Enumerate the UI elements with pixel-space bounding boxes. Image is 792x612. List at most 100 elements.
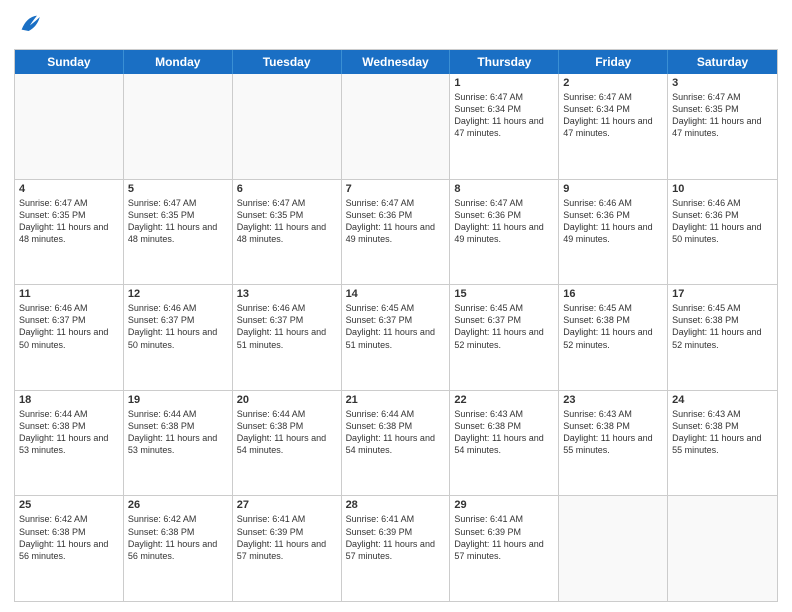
cell-info: Sunrise: 6:42 AM Sunset: 6:38 PM Dayligh… (128, 513, 228, 562)
cell-info: Sunrise: 6:47 AM Sunset: 6:34 PM Dayligh… (563, 91, 663, 140)
header (14, 10, 778, 43)
calendar-body: 1 Sunrise: 6:47 AM Sunset: 6:34 PM Daylig… (15, 74, 777, 601)
cell-info: Sunrise: 6:44 AM Sunset: 6:38 PM Dayligh… (346, 408, 446, 457)
weekday-header: Sunday (15, 50, 124, 74)
calendar-cell: 21 Sunrise: 6:44 AM Sunset: 6:38 PM Dayli… (342, 391, 451, 496)
cell-info: Sunrise: 6:47 AM Sunset: 6:35 PM Dayligh… (672, 91, 773, 140)
day-number: 3 (672, 77, 773, 89)
calendar-cell: 3 Sunrise: 6:47 AM Sunset: 6:35 PM Daylig… (668, 74, 777, 179)
calendar-header: SundayMondayTuesdayWednesdayThursdayFrid… (15, 50, 777, 74)
day-number: 14 (346, 288, 446, 300)
cell-info: Sunrise: 6:46 AM Sunset: 6:37 PM Dayligh… (237, 302, 337, 351)
cell-info: Sunrise: 6:47 AM Sunset: 6:34 PM Dayligh… (454, 91, 554, 140)
calendar-cell: 14 Sunrise: 6:45 AM Sunset: 6:37 PM Dayli… (342, 285, 451, 390)
calendar-cell: 2 Sunrise: 6:47 AM Sunset: 6:34 PM Daylig… (559, 74, 668, 179)
day-number: 10 (672, 183, 773, 195)
cell-info: Sunrise: 6:46 AM Sunset: 6:36 PM Dayligh… (672, 197, 773, 246)
calendar-cell (668, 496, 777, 601)
cell-info: Sunrise: 6:45 AM Sunset: 6:37 PM Dayligh… (454, 302, 554, 351)
calendar-cell (559, 496, 668, 601)
day-number: 5 (128, 183, 228, 195)
day-number: 26 (128, 499, 228, 511)
weekday-header: Tuesday (233, 50, 342, 74)
calendar-cell (233, 74, 342, 179)
weekday-header: Monday (124, 50, 233, 74)
logo (14, 10, 44, 43)
calendar-cell: 16Sunrise: 6:45 AM Sunset: 6:38 PM Dayli… (559, 285, 668, 390)
day-number: 29 (454, 499, 554, 511)
calendar-cell (15, 74, 124, 179)
calendar-cell: 13Sunrise: 6:46 AM Sunset: 6:37 PM Dayli… (233, 285, 342, 390)
calendar-cell: 22 Sunrise: 6:43 AM Sunset: 6:38 PM Dayli… (450, 391, 559, 496)
day-number: 22 (454, 394, 554, 406)
day-number: 19 (128, 394, 228, 406)
cell-info: Sunrise: 6:43 AM Sunset: 6:38 PM Dayligh… (563, 408, 663, 457)
calendar-cell: 15 Sunrise: 6:45 AM Sunset: 6:37 PM Dayli… (450, 285, 559, 390)
cell-info: Sunrise: 6:47 AM Sunset: 6:35 PM Dayligh… (19, 197, 119, 246)
day-number: 12 (128, 288, 228, 300)
cell-info: Sunrise: 6:46 AM Sunset: 6:36 PM Dayligh… (563, 197, 663, 246)
calendar-cell: 1 Sunrise: 6:47 AM Sunset: 6:34 PM Daylig… (450, 74, 559, 179)
cell-info: Sunrise: 6:47 AM Sunset: 6:35 PM Dayligh… (237, 197, 337, 246)
calendar-cell: 9 Sunrise: 6:46 AM Sunset: 6:36 PM Daylig… (559, 180, 668, 285)
calendar-cell: 29 Sunrise: 6:41 AM Sunset: 6:39 PM Dayli… (450, 496, 559, 601)
day-number: 18 (19, 394, 119, 406)
calendar-cell: 12 Sunrise: 6:46 AM Sunset: 6:37 PM Dayli… (124, 285, 233, 390)
cell-info: Sunrise: 6:46 AM Sunset: 6:37 PM Dayligh… (19, 302, 119, 351)
cell-info: Sunrise: 6:47 AM Sunset: 6:36 PM Dayligh… (454, 197, 554, 246)
logo-mark (14, 10, 44, 43)
weekday-header: Thursday (450, 50, 559, 74)
weekday-header: Saturday (668, 50, 777, 74)
calendar-row: 1 Sunrise: 6:47 AM Sunset: 6:34 PM Daylig… (15, 74, 777, 180)
cell-info: Sunrise: 6:43 AM Sunset: 6:38 PM Dayligh… (672, 408, 773, 457)
calendar-cell: 5Sunrise: 6:47 AM Sunset: 6:35 PM Daylig… (124, 180, 233, 285)
cell-info: Sunrise: 6:41 AM Sunset: 6:39 PM Dayligh… (346, 513, 446, 562)
calendar-cell: 18 Sunrise: 6:44 AM Sunset: 6:38 PM Dayli… (15, 391, 124, 496)
day-number: 23 (563, 394, 663, 406)
calendar-row: 11Sunrise: 6:46 AM Sunset: 6:37 PM Dayli… (15, 285, 777, 391)
calendar-cell: 6 Sunrise: 6:47 AM Sunset: 6:35 PM Daylig… (233, 180, 342, 285)
day-number: 9 (563, 183, 663, 195)
cell-info: Sunrise: 6:44 AM Sunset: 6:38 PM Dayligh… (128, 408, 228, 457)
calendar-cell: 26 Sunrise: 6:42 AM Sunset: 6:38 PM Dayli… (124, 496, 233, 601)
calendar-row: 18 Sunrise: 6:44 AM Sunset: 6:38 PM Dayli… (15, 391, 777, 497)
day-number: 7 (346, 183, 446, 195)
calendar-row: 4 Sunrise: 6:47 AM Sunset: 6:35 PM Daylig… (15, 180, 777, 286)
calendar-cell: 27Sunrise: 6:41 AM Sunset: 6:39 PM Dayli… (233, 496, 342, 601)
day-number: 15 (454, 288, 554, 300)
calendar-cell: 23 Sunrise: 6:43 AM Sunset: 6:38 PM Dayli… (559, 391, 668, 496)
day-number: 25 (19, 499, 119, 511)
cell-info: Sunrise: 6:41 AM Sunset: 6:39 PM Dayligh… (454, 513, 554, 562)
cell-info: Sunrise: 6:42 AM Sunset: 6:38 PM Dayligh… (19, 513, 119, 562)
day-number: 1 (454, 77, 554, 89)
page: SundayMondayTuesdayWednesdayThursdayFrid… (0, 0, 792, 612)
calendar-cell: 24 Sunrise: 6:43 AM Sunset: 6:38 PM Dayli… (668, 391, 777, 496)
day-number: 24 (672, 394, 773, 406)
calendar-cell: 8Sunrise: 6:47 AM Sunset: 6:36 PM Daylig… (450, 180, 559, 285)
calendar-cell: 25 Sunrise: 6:42 AM Sunset: 6:38 PM Dayli… (15, 496, 124, 601)
weekday-header: Friday (559, 50, 668, 74)
day-number: 21 (346, 394, 446, 406)
day-number: 4 (19, 183, 119, 195)
day-number: 20 (237, 394, 337, 406)
calendar-cell: 20 Sunrise: 6:44 AM Sunset: 6:38 PM Dayli… (233, 391, 342, 496)
cell-info: Sunrise: 6:46 AM Sunset: 6:37 PM Dayligh… (128, 302, 228, 351)
weekday-header: Wednesday (342, 50, 451, 74)
calendar-cell: 10 Sunrise: 6:46 AM Sunset: 6:36 PM Dayli… (668, 180, 777, 285)
calendar-cell (124, 74, 233, 179)
calendar-row: 25 Sunrise: 6:42 AM Sunset: 6:38 PM Dayli… (15, 496, 777, 601)
day-number: 17 (672, 288, 773, 300)
cell-info: Sunrise: 6:45 AM Sunset: 6:38 PM Dayligh… (563, 302, 663, 351)
day-number: 27 (237, 499, 337, 511)
calendar: SundayMondayTuesdayWednesdayThursdayFrid… (14, 49, 778, 602)
cell-info: Sunrise: 6:44 AM Sunset: 6:38 PM Dayligh… (19, 408, 119, 457)
day-number: 2 (563, 77, 663, 89)
day-number: 28 (346, 499, 446, 511)
cell-info: Sunrise: 6:43 AM Sunset: 6:38 PM Dayligh… (454, 408, 554, 457)
calendar-cell: 19 Sunrise: 6:44 AM Sunset: 6:38 PM Dayli… (124, 391, 233, 496)
calendar-cell (342, 74, 451, 179)
calendar-cell: 4 Sunrise: 6:47 AM Sunset: 6:35 PM Daylig… (15, 180, 124, 285)
cell-info: Sunrise: 6:44 AM Sunset: 6:38 PM Dayligh… (237, 408, 337, 457)
cell-info: Sunrise: 6:45 AM Sunset: 6:37 PM Dayligh… (346, 302, 446, 351)
day-number: 6 (237, 183, 337, 195)
